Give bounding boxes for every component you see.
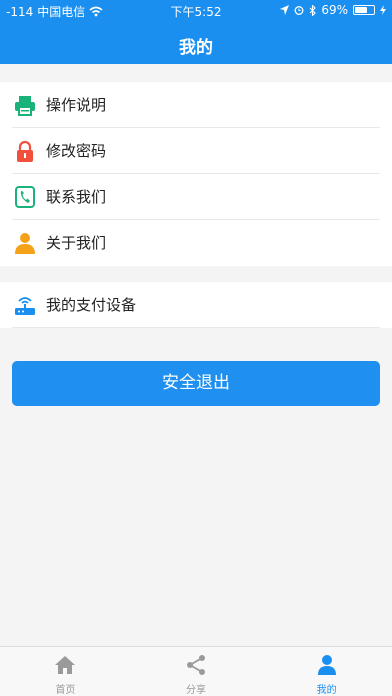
logout-button[interactable]: 安全退出 [12, 361, 380, 406]
status-bar: -114 中国电信 下午5:52 69% [0, 0, 392, 20]
menu-item-label: 联系我们 [46, 188, 107, 206]
tab-home[interactable]: 首页 [0, 647, 131, 696]
printer-icon [15, 96, 35, 116]
tab-label: 分享 [186, 685, 206, 696]
menu-item-payment-devices[interactable]: 我的支付设备 [0, 282, 392, 328]
battery-icon [353, 5, 375, 15]
menu-item-label: 操作说明 [46, 96, 107, 114]
location-arrow-icon [280, 5, 290, 15]
user-icon [317, 655, 336, 675]
battery-percent: 69% [321, 3, 348, 17]
divider [12, 327, 380, 328]
page-title: 我的 [179, 38, 213, 58]
tab-bar: 首页 分享 我的 [0, 646, 392, 696]
tab-share[interactable]: 分享 [131, 647, 262, 696]
battery-fill [355, 7, 368, 13]
top-header: -114 中国电信 下午5:52 69% 我的 [0, 0, 392, 64]
menu-group-devices: 我的支付设备 [0, 282, 392, 328]
menu-item-label: 修改密码 [46, 142, 107, 160]
share-icon [187, 655, 205, 675]
lock-icon [17, 140, 33, 162]
menu-group-main: 操作说明 修改密码 联系我们 关于我们 [0, 82, 392, 266]
tab-label: 首页 [55, 685, 76, 696]
menu-item-contact-us[interactable]: 联系我们 [0, 174, 392, 220]
tab-label: 我的 [316, 685, 337, 696]
tab-mine[interactable]: 我的 [261, 647, 392, 696]
bluetooth-icon [309, 4, 317, 16]
menu-item-change-password[interactable]: 修改密码 [0, 128, 392, 174]
alarm-icon [294, 6, 304, 15]
status-right: 69% [280, 3, 386, 17]
charging-icon [380, 5, 386, 15]
menu-item-instructions[interactable]: 操作说明 [0, 82, 392, 128]
home-icon [55, 656, 76, 674]
menu-item-about-us[interactable]: 关于我们 [0, 220, 392, 266]
router-icon [15, 297, 35, 315]
menu-item-label: 我的支付设备 [46, 296, 137, 314]
person-icon [15, 233, 35, 254]
menu-item-label: 关于我们 [46, 234, 107, 252]
phone-icon [15, 186, 35, 208]
